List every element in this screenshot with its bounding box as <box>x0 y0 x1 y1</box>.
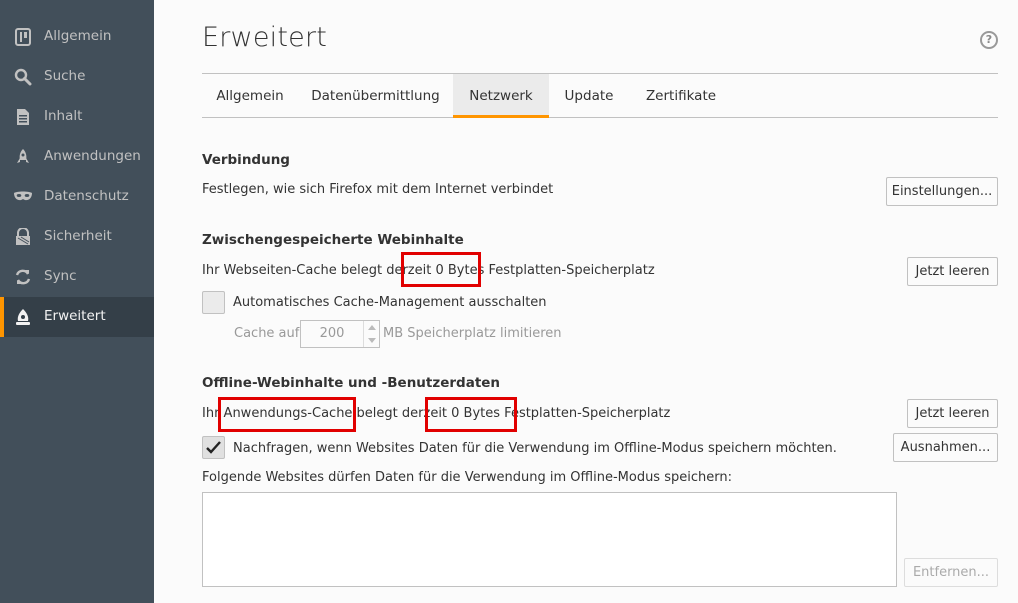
content-icon <box>13 107 33 127</box>
tab-bar: Allgemein Datenübermittlung Netzwerk Upd… <box>202 74 998 118</box>
tab-update[interactable]: Update <box>549 74 629 118</box>
sidebar-item-label: Erweitert <box>44 308 106 324</box>
cache-override-checkbox[interactable] <box>202 291 225 314</box>
sidebar-item-datenschutz[interactable]: Datenschutz <box>0 177 154 217</box>
sidebar-item-label: Sync <box>44 268 77 284</box>
applications-icon <box>13 147 33 167</box>
general-icon <box>13 27 33 47</box>
sidebar-item-sync[interactable]: Sync <box>0 257 154 297</box>
tab-zertifikate[interactable]: Zertifikate <box>629 74 733 118</box>
offline-clear-button[interactable]: Jetzt leeren <box>907 399 998 428</box>
tab-datenuebermittlung[interactable]: Datenübermittlung <box>298 74 453 118</box>
cache-override-label: Automatisches Cache-Management ausschalt… <box>233 295 547 310</box>
main-panel: Erweitert ? Allgemein Datenübermittlung … <box>154 0 1018 603</box>
sidebar-item-suche[interactable]: Suche <box>0 57 154 97</box>
sidebar-item-label: Suche <box>44 68 86 84</box>
cache-limit-suffix: MB Speicherplatz limitieren <box>383 326 562 341</box>
offline-sites-list[interactable] <box>202 492 897 587</box>
cache-limit-prefix: Cache auf <box>234 326 300 341</box>
security-icon <box>13 227 33 247</box>
offline-list-label: Folgende Websites dürfen Daten für die V… <box>202 470 732 485</box>
sidebar-item-anwendungen[interactable]: Anwendungen <box>0 137 154 177</box>
sidebar-item-label: Anwendungen <box>44 148 141 164</box>
connection-settings-button[interactable]: Einstellungen... <box>886 177 998 206</box>
help-icon[interactable]: ? <box>980 31 998 49</box>
offline-notify-checkbox[interactable] <box>202 436 225 459</box>
offline-exceptions-button[interactable]: Ausnahmen... <box>893 433 998 462</box>
tab-allgemein[interactable]: Allgemein <box>202 74 298 118</box>
sidebar-item-label: Datenschutz <box>44 188 129 204</box>
checkmark-icon <box>206 441 221 454</box>
connection-heading: Verbindung <box>202 152 290 168</box>
sidebar-item-erweitert[interactable]: Erweitert <box>0 297 154 337</box>
sidebar-item-inhalt[interactable]: Inhalt <box>0 97 154 137</box>
cache-size-value: 200 <box>319 326 345 341</box>
advanced-icon <box>13 307 33 327</box>
chevron-down-icon[interactable] <box>363 334 379 347</box>
tab-netzwerk[interactable]: Netzwerk <box>453 74 549 118</box>
cache-heading: Zwischengespeicherte Webinhalte <box>202 232 464 248</box>
sidebar-item-allgemein[interactable]: Allgemein <box>0 17 154 57</box>
sidebar-item-label: Inhalt <box>44 108 83 124</box>
offline-usage-text: Ihr Anwendungs-Cache belegt derzeit 0 By… <box>202 406 671 421</box>
offline-remove-button[interactable]: Entfernen... <box>904 558 998 587</box>
connection-description: Festlegen, wie sich Firefox mit dem Inte… <box>202 182 554 197</box>
sync-icon <box>13 267 33 287</box>
offline-heading: Offline-Webinhalte und -Benutzerdaten <box>202 375 501 391</box>
chevron-up-icon[interactable] <box>363 321 379 334</box>
sidebar-item-label: Sicherheit <box>44 228 112 244</box>
privacy-mask-icon <box>13 187 33 207</box>
offline-notify-label: Nachfragen, wenn Websites Daten für die … <box>233 441 837 456</box>
cache-clear-button[interactable]: Jetzt leeren <box>907 257 998 286</box>
search-icon <box>13 67 33 87</box>
cache-size-stepper[interactable]: 200 <box>300 320 380 348</box>
page-title: Erweitert <box>202 22 328 53</box>
sidebar-item-sicherheit[interactable]: Sicherheit <box>0 217 154 257</box>
cache-usage-text: Ihr Webseiten-Cache belegt derzeit 0 Byt… <box>202 263 655 278</box>
sidebar: Allgemein Suche Inhalt Anwendungen Daten… <box>0 0 154 603</box>
sidebar-item-label: Allgemein <box>44 28 112 44</box>
